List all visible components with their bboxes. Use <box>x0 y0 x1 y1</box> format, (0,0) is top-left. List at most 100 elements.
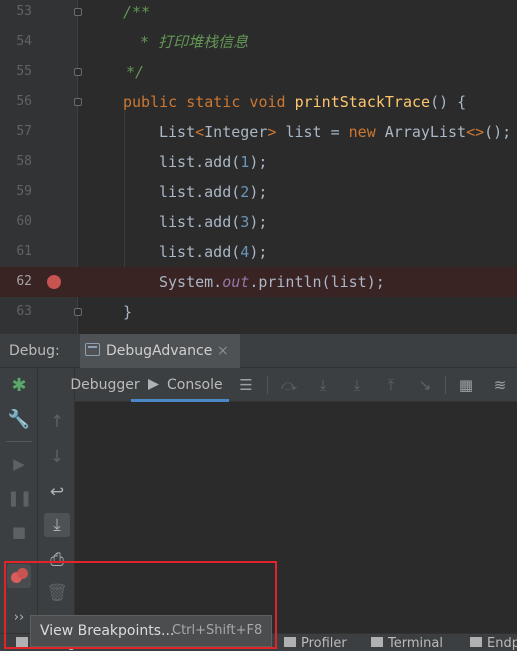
step-into-icon[interactable]: ⤓ <box>311 373 335 397</box>
tab-console[interactable]: Console <box>131 368 229 402</box>
down-arrow-icon[interactable]: ↓ <box>44 445 70 469</box>
toolbar-separator <box>6 441 32 442</box>
window-icon <box>85 343 100 356</box>
close-icon[interactable]: × <box>217 334 229 368</box>
code-token: 4 <box>240 243 250 261</box>
tab-console-label: Console <box>167 377 223 393</box>
endpoints-icon <box>470 637 482 647</box>
bottom-tab-profiler[interactable]: Profiler <box>284 635 347 651</box>
code-token: <> <box>466 123 485 141</box>
code-line[interactable]: 56 public static void printStackTrace() { <box>0 87 517 117</box>
line-number: 59 <box>16 184 32 199</box>
code-token: 1 <box>240 153 250 171</box>
line-number: 56 <box>16 94 32 109</box>
code-line[interactable]: 58 list.add(1); <box>0 147 517 177</box>
line-number: 53 <box>16 4 32 19</box>
code-editor[interactable]: 53/** 54 * 打印堆栈信息 55 */56 public static voi… <box>0 0 517 334</box>
debug-session-tab[interactable]: DebugAdvance × <box>80 334 240 368</box>
code-token: .println(list); <box>249 273 385 291</box>
wrench-icon[interactable]: 🔧 <box>7 408 31 432</box>
code-line[interactable]: 55 */ <box>0 57 517 87</box>
resume-icon[interactable]: ▶ <box>7 452 31 476</box>
code-token: * 打印堆栈信息 <box>131 33 249 51</box>
force-step-into-icon[interactable]: ⤓ <box>345 373 369 397</box>
code-text: public static void printStackTrace() { <box>123 87 466 117</box>
code-token: Integer <box>204 123 268 141</box>
debug-tool-window-header: Debug: DebugAdvance × <box>0 334 517 368</box>
debug-tabs-bar: Debugger Console ☰ ⤼ ⤓ ⤓ ⤒ ↘ ▦ ≋ <box>70 368 517 402</box>
code-token: new <box>348 123 385 141</box>
run-to-cursor-icon[interactable]: ↘ <box>413 373 437 397</box>
code-text: } <box>123 297 132 327</box>
line-number: 63 <box>16 304 32 319</box>
code-text: list.add(1); <box>159 147 267 177</box>
stop-icon[interactable]: ■ <box>7 520 31 544</box>
profiler-icon <box>284 637 296 647</box>
code-token: ); <box>249 153 268 171</box>
code-text: System.out.println(list); <box>159 267 385 297</box>
code-token: /** <box>123 3 151 21</box>
pause-icon[interactable]: ❚❚ <box>7 486 32 510</box>
soft-wrap-icon[interactable]: ↩ <box>44 480 70 504</box>
step-over-icon[interactable]: ⤼ <box>277 373 301 397</box>
code-text: /** <box>123 0 150 27</box>
up-arrow-icon[interactable]: ↑ <box>44 410 70 434</box>
code-token: > <box>267 123 286 141</box>
code-token: */ <box>117 63 145 81</box>
code-token: List <box>159 123 196 141</box>
code-line[interactable]: 59 list.add(2); <box>0 177 517 207</box>
code-token: System. <box>159 273 223 291</box>
toolbar-separator <box>267 376 268 394</box>
code-token: ); <box>249 183 268 201</box>
fold-marker-icon[interactable] <box>74 98 82 106</box>
code-line[interactable]: 60 list.add(3); <box>0 207 517 237</box>
code-token: (); <box>484 123 512 141</box>
code-line[interactable]: 63} <box>0 297 517 327</box>
line-number: 58 <box>16 154 32 169</box>
trace-icon[interactable]: ≋ <box>488 373 512 397</box>
line-number: 57 <box>16 124 32 139</box>
debug-label: Debug: <box>9 343 60 359</box>
line-number: 54 <box>16 34 32 49</box>
code-token: < <box>195 123 205 141</box>
code-token: } <box>123 303 133 321</box>
line-number: 60 <box>16 214 32 229</box>
code-line[interactable]: 61 list.add(4); <box>0 237 517 267</box>
code-token: () { <box>430 93 467 111</box>
code-token: 3 <box>240 213 250 231</box>
code-line[interactable]: 62 System.out.println(list); <box>0 267 517 297</box>
code-token: list.add( <box>159 213 241 231</box>
code-token: ArrayList <box>384 123 467 141</box>
code-text: * 打印堆栈信息 <box>131 27 248 57</box>
code-line[interactable]: 53 /** <box>0 0 517 27</box>
bottom-tab-terminal[interactable]: Terminal <box>371 635 443 651</box>
line-number: 61 <box>16 244 32 259</box>
toolbar-separator <box>445 376 446 394</box>
console-icon <box>148 379 159 390</box>
code-token: list = <box>285 123 349 141</box>
fold-marker-icon[interactable] <box>74 68 82 76</box>
line-number: 55 <box>16 64 32 79</box>
code-token: list.add( <box>159 243 241 261</box>
code-token: printStackTrace <box>294 93 431 111</box>
code-token: list.add( <box>159 153 241 171</box>
step-out-icon[interactable]: ⤒ <box>379 373 403 397</box>
code-token: public static void <box>123 93 295 111</box>
code-line[interactable]: 54 * 打印堆栈信息 <box>0 27 517 57</box>
code-text: */ <box>117 57 144 87</box>
breakpoint-icon[interactable] <box>47 275 61 289</box>
fold-marker-icon[interactable] <box>74 308 82 316</box>
fold-marker-icon[interactable] <box>74 8 82 16</box>
code-text: list.add(3); <box>159 207 267 237</box>
code-text: list.add(4); <box>159 237 267 267</box>
line-number: 62 <box>16 274 32 289</box>
bottom-tab-endpoints[interactable]: Endpoints <box>470 635 517 651</box>
code-text: list.add(2); <box>159 177 267 207</box>
scroll-to-end-icon[interactable]: ⤓ <box>44 513 70 537</box>
code-token: ); <box>249 213 268 231</box>
code-line[interactable]: 57 List<Integer> list = new ArrayList<>()… <box>0 117 517 147</box>
evaluate-expression-icon[interactable]: ▦ <box>454 373 478 397</box>
menu-icon[interactable]: ☰ <box>234 373 258 397</box>
debug-bug-icon[interactable]: ✱ <box>7 374 31 398</box>
annotation-highlight-box <box>4 561 277 649</box>
